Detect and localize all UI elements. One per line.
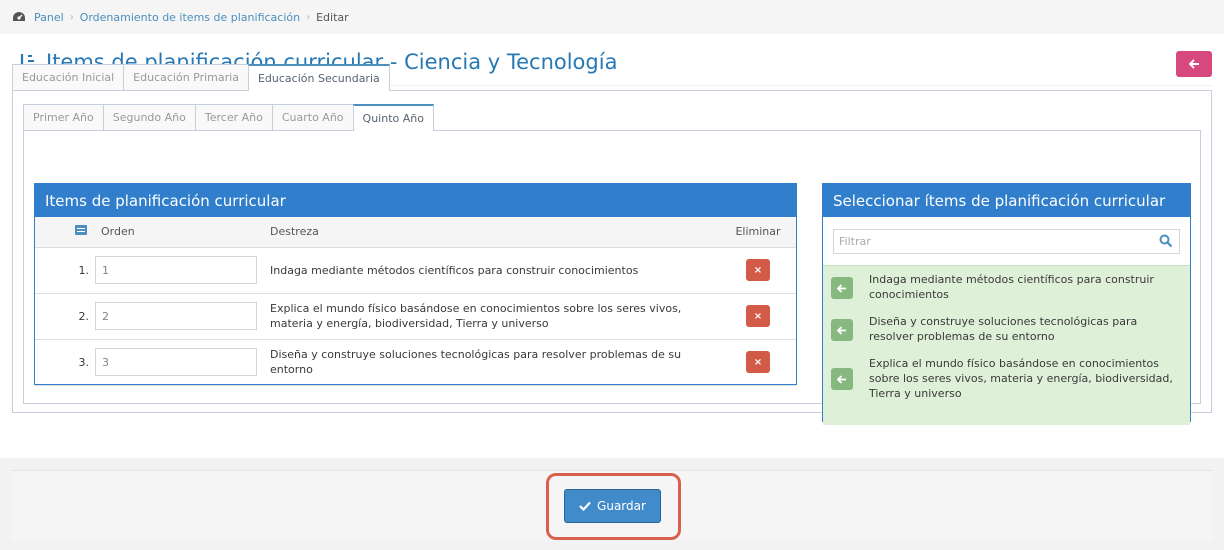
delete-button[interactable]: ×: [746, 351, 770, 373]
breadcrumb-separator: ›: [69, 11, 74, 23]
tab-segundo-ano[interactable]: Segundo Año: [102, 104, 196, 130]
tab-educacion-inicial[interactable]: Educación Inicial: [12, 64, 125, 90]
breadcrumb: Panel › Ordenamiento de items de planifi…: [0, 0, 1224, 34]
tab-primer-ano[interactable]: Primer Año: [23, 104, 104, 130]
breadcrumb-separator: ›: [306, 11, 311, 23]
close-icon: ×: [753, 264, 763, 276]
table-row: 3. Diseña y construye soluciones tecnoló…: [35, 339, 796, 386]
list-icon: [75, 225, 87, 236]
table-header-row: Orden Destreza Eliminar: [35, 217, 796, 248]
highlight-annotation: [546, 473, 681, 540]
delete-button[interactable]: ×: [746, 259, 770, 281]
selectable-items-list: Indaga mediante métodos científicos para…: [823, 265, 1190, 425]
row-number: 3.: [35, 339, 95, 386]
list-item-text: Indaga mediante métodos científicos para…: [869, 273, 1154, 301]
orden-input[interactable]: [95, 302, 257, 330]
add-item-button[interactable]: [831, 277, 853, 299]
arrow-left-icon: [837, 325, 846, 335]
search-icon[interactable]: [1159, 234, 1173, 248]
dashboard-icon: [12, 11, 26, 23]
list-item: Diseña y construye soluciones tecnológic…: [823, 308, 1190, 350]
tab-cuarto-ano[interactable]: Cuarto Año: [271, 104, 354, 130]
add-item-button[interactable]: [831, 319, 853, 341]
year-tabs: Primer Año Segundo Año Tercer Año Cuarto…: [23, 104, 434, 131]
column-header-orden: Orden: [95, 217, 270, 248]
tab-educacion-secundaria[interactable]: Educación Secundaria: [247, 64, 390, 91]
orden-input[interactable]: [95, 348, 257, 376]
select-items-panel: Seleccionar ítems de planificación curri…: [822, 183, 1191, 425]
arrow-left-icon: [837, 374, 846, 384]
items-panel: Items de planificación curricular Orden …: [34, 183, 797, 386]
row-number: 2.: [35, 293, 95, 340]
items-panel-title: Items de planificación curricular: [35, 184, 796, 217]
add-item-button[interactable]: [831, 368, 853, 390]
close-icon: ×: [753, 310, 763, 322]
list-item: Explica el mundo físico basándose en con…: [823, 350, 1190, 407]
level-tabs: Educación Inicial Educación Primaria Edu…: [12, 64, 390, 91]
orden-input[interactable]: [95, 256, 257, 284]
close-icon: ×: [753, 356, 763, 368]
tab-tercer-ano[interactable]: Tercer Año: [194, 104, 273, 130]
filter-input[interactable]: [833, 229, 1180, 254]
tab-quinto-ano[interactable]: Quinto Año: [352, 104, 434, 131]
filter-wrap: [823, 217, 1190, 265]
list-item-text: Diseña y construye soluciones tecnológic…: [869, 315, 1138, 343]
breadcrumb-ordenamiento-link[interactable]: Ordenamiento de items de planificación: [80, 11, 300, 24]
destreza-text: Explica el mundo físico basándose en con…: [270, 293, 720, 340]
column-header-destreza: Destreza: [270, 217, 720, 248]
table-row: 2. Explica el mundo físico basándose en …: [35, 293, 796, 340]
delete-button[interactable]: ×: [746, 305, 770, 327]
destreza-text: Indaga mediante métodos científicos para…: [270, 247, 720, 294]
breadcrumb-panel-link[interactable]: Panel: [34, 11, 64, 24]
list-item-text: Explica el mundo físico basándose en con…: [869, 357, 1173, 400]
arrow-left-icon: [1188, 59, 1200, 69]
destreza-text: Diseña y construye soluciones tecnológic…: [270, 339, 720, 386]
tab-educacion-primaria[interactable]: Educación Primaria: [123, 64, 249, 90]
select-panel-title: Seleccionar ítems de planificación curri…: [823, 184, 1190, 217]
table-row: 1. Indaga mediante métodos científicos p…: [35, 247, 796, 294]
list-icon-header: [35, 217, 95, 248]
column-header-eliminar: Eliminar: [720, 217, 796, 248]
breadcrumb-current: Editar: [316, 10, 349, 24]
row-number: 1.: [35, 247, 95, 294]
list-item: Indaga mediante métodos científicos para…: [823, 266, 1190, 308]
items-table: Orden Destreza Eliminar 1. Indaga median…: [35, 217, 796, 386]
back-button[interactable]: [1176, 51, 1212, 77]
arrow-left-icon: [837, 283, 846, 293]
